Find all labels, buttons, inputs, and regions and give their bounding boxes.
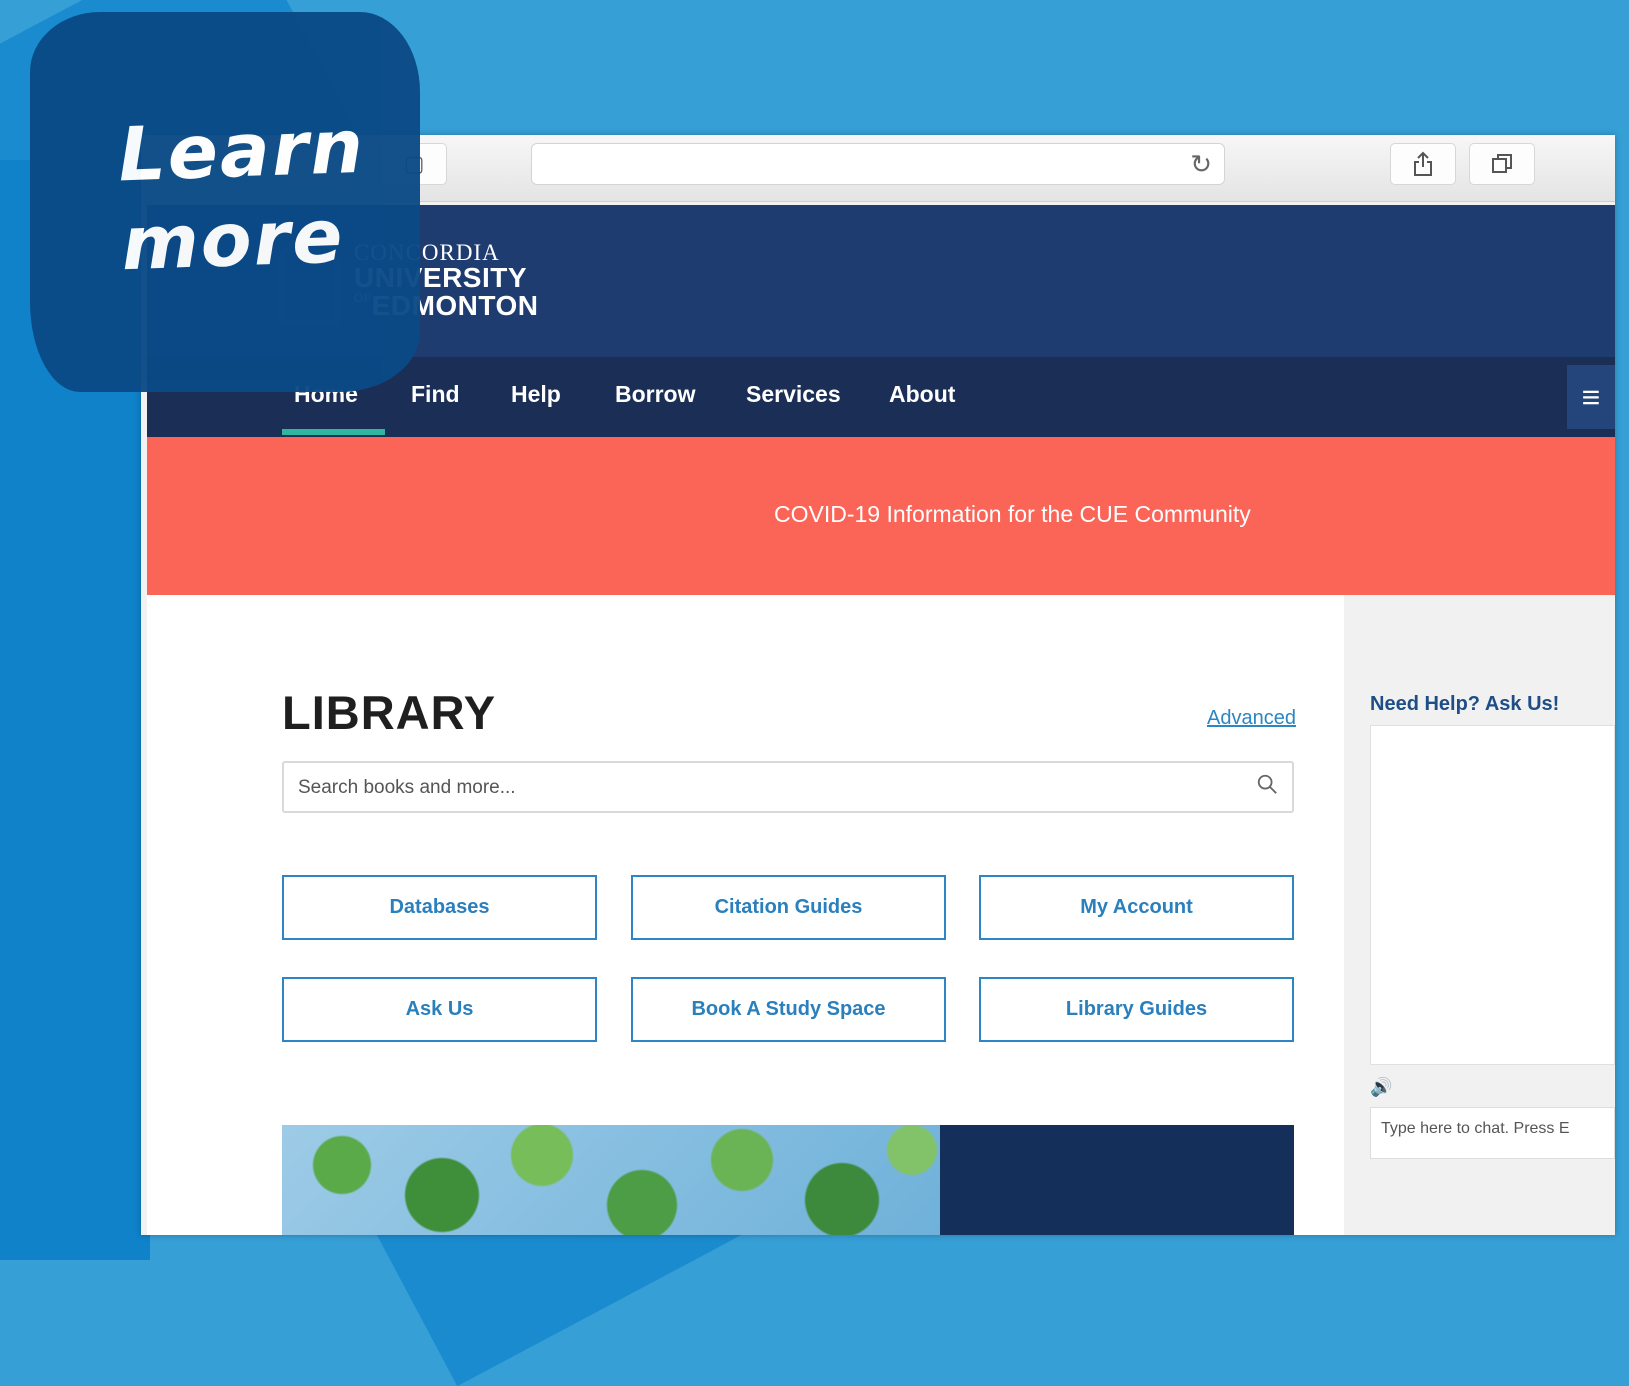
active-nav-indicator: [282, 429, 385, 435]
tabs-icon: [1492, 154, 1512, 173]
book-study-space-button[interactable]: Book A Study Space: [631, 977, 946, 1042]
nav-borrow[interactable]: Borrow: [615, 381, 696, 408]
page-title: LIBRARY: [282, 686, 497, 739]
nav-services[interactable]: Services: [746, 381, 841, 408]
search-input[interactable]: [296, 773, 1200, 803]
search-icon[interactable]: [1256, 773, 1278, 795]
sticker-text: Learn more: [117, 103, 367, 288]
advanced-search-link[interactable]: Advanced: [1207, 707, 1296, 730]
nav-help[interactable]: Help: [511, 381, 561, 408]
menu-button[interactable]: ≡: [1567, 365, 1615, 429]
hamburger-icon: ≡: [1581, 378, 1601, 415]
nav-about[interactable]: About: [889, 381, 955, 408]
ask-us-button[interactable]: Ask Us: [282, 977, 597, 1042]
library-guides-button[interactable]: Library Guides: [979, 977, 1294, 1042]
help-title: Need Help? Ask Us!: [1370, 693, 1560, 715]
tabs-button[interactable]: [1469, 143, 1535, 185]
learn-more-sticker[interactable]: Learn more: [30, 12, 420, 392]
nav-find[interactable]: Find: [411, 381, 460, 408]
address-bar[interactable]: ↻: [531, 143, 1225, 185]
library-main: LIBRARY Advanced Databases Citation Guid…: [147, 595, 1344, 1235]
chat-sidebar: Need Help? Ask Us! 🔊 Type here to chat. …: [1344, 595, 1615, 1235]
citation-guides-button[interactable]: Citation Guides: [631, 875, 946, 940]
my-account-button[interactable]: My Account: [979, 875, 1294, 940]
share-button[interactable]: [1390, 143, 1456, 185]
leaves-photo: [282, 1125, 940, 1235]
reload-icon[interactable]: ↻: [1190, 149, 1212, 180]
databases-button[interactable]: Databases: [282, 875, 597, 940]
share-icon: [1414, 151, 1432, 176]
chat-input[interactable]: Type here to chat. Press E: [1370, 1107, 1615, 1159]
covid-alert-banner[interactable]: COVID-19 Information for the CUE Communi…: [147, 437, 1615, 595]
alert-text[interactable]: COVID-19 Information for the CUE Communi…: [774, 501, 1251, 528]
search-box: [282, 761, 1294, 813]
speaker-icon[interactable]: 🔊: [1370, 1077, 1392, 1098]
chat-window: [1370, 725, 1615, 1065]
feature-banner[interactable]: [282, 1125, 1294, 1235]
